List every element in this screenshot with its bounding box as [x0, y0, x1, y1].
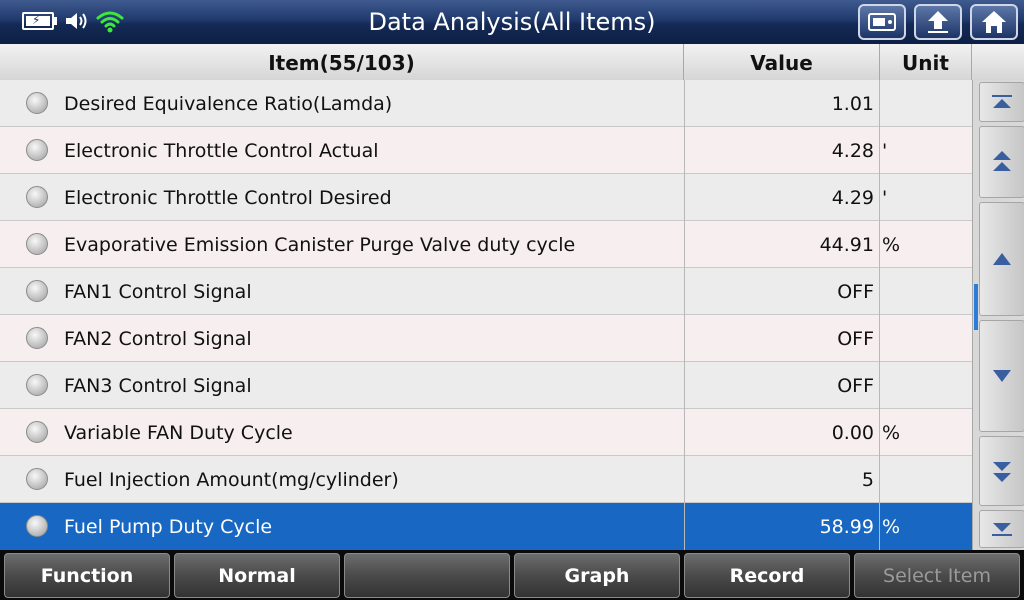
row-select-radio[interactable]: [26, 327, 48, 349]
row-select-radio[interactable]: [26, 186, 48, 208]
header-item[interactable]: Item(55/103): [0, 44, 684, 80]
item-unit: %: [882, 422, 901, 444]
table-row-selected[interactable]: Fuel Pump Duty Cycle 58.99 %: [0, 503, 972, 550]
item-unit: ': [882, 187, 888, 209]
header-value: Value: [684, 44, 880, 80]
line-down-icon: [993, 370, 1011, 382]
item-unit: ': [882, 140, 888, 162]
item-name: FAN3 Control Signal: [64, 375, 252, 397]
item-name: FAN2 Control Signal: [64, 328, 252, 350]
table-body: Desired Equivalence Ratio(Lamda) 1.01 El…: [0, 80, 972, 550]
line-up-button[interactable]: [979, 202, 1024, 316]
item-name: FAN1 Control Signal: [64, 281, 252, 303]
item-name: Desired Equivalence Ratio(Lamda): [64, 93, 393, 115]
page-up-icon: [993, 151, 1011, 171]
table-row[interactable]: Desired Equivalence Ratio(Lamda) 1.01: [0, 80, 972, 127]
item-name: Evaporative Emission Canister Purge Valv…: [64, 234, 576, 256]
item-name: Variable FAN Duty Cycle: [64, 422, 293, 444]
scroll-position-indicator[interactable]: [974, 284, 978, 330]
item-value: 4.29: [831, 187, 874, 209]
scroll-bottom-icon: [992, 523, 1012, 536]
item-value: 1.01: [831, 93, 874, 115]
table-row[interactable]: Electronic Throttle Control Actual 4.28 …: [0, 127, 972, 174]
item-value: OFF: [837, 281, 874, 303]
header-unit: Unit: [880, 44, 972, 80]
item-name: Electronic Throttle Control Actual: [64, 140, 379, 162]
item-value: 5: [861, 469, 874, 491]
title-bar: ⚡ Data Analysis(All Items): [0, 0, 1024, 44]
scroll-top-icon: [992, 95, 1012, 108]
snapshot-icon: [868, 13, 896, 31]
select-item-button[interactable]: Select Item: [854, 553, 1020, 598]
scroll-top-button[interactable]: [979, 82, 1024, 122]
row-select-radio[interactable]: [26, 421, 48, 443]
item-unit: %: [882, 234, 901, 256]
row-select-radio[interactable]: [26, 139, 48, 161]
normal-button[interactable]: Normal: [174, 553, 340, 598]
line-down-button[interactable]: [979, 320, 1024, 432]
row-select-radio[interactable]: [26, 374, 48, 396]
item-name: Fuel Injection Amount(mg/cylinder): [64, 469, 399, 491]
item-unit: [882, 315, 970, 361]
back-button[interactable]: [914, 4, 962, 40]
row-select-radio[interactable]: [26, 468, 48, 490]
home-icon: [982, 11, 1006, 33]
item-unit: [882, 362, 970, 408]
table-row[interactable]: FAN2 Control Signal OFF: [0, 315, 972, 362]
column-divider: [684, 80, 685, 550]
row-select-radio[interactable]: [26, 515, 48, 537]
row-select-radio[interactable]: [26, 233, 48, 255]
table-header: Item(55/103) Value Unit: [0, 44, 1024, 81]
item-value: OFF: [837, 328, 874, 350]
item-value: 44.91: [819, 234, 874, 256]
table-row[interactable]: Electronic Throttle Control Desired 4.29…: [0, 174, 972, 221]
scroll-bottom-button[interactable]: [979, 510, 1024, 548]
item-name: Fuel Pump Duty Cycle: [64, 516, 273, 538]
back-icon: [928, 11, 948, 33]
snapshot-button[interactable]: [858, 4, 906, 40]
line-up-icon: [993, 253, 1011, 265]
table-row[interactable]: Evaporative Emission Canister Purge Valv…: [0, 221, 972, 268]
record-button[interactable]: Record: [684, 553, 850, 598]
item-name: Electronic Throttle Control Desired: [64, 187, 392, 209]
table-row[interactable]: FAN1 Control Signal OFF: [0, 268, 972, 315]
data-grid: Item(55/103) Value Unit Desired Equivale…: [0, 44, 1024, 550]
item-value: 0.00: [831, 422, 874, 444]
home-button[interactable]: [970, 4, 1018, 40]
page-down-icon: [993, 462, 1011, 482]
scroll-column: [972, 80, 1024, 550]
page-down-button[interactable]: [979, 436, 1024, 506]
row-select-radio[interactable]: [26, 280, 48, 302]
item-unit: [882, 456, 970, 502]
graph-button[interactable]: Graph: [514, 553, 680, 598]
table-row[interactable]: Variable FAN Duty Cycle 0.00 %: [0, 409, 972, 456]
item-value: 4.28: [831, 140, 874, 162]
empty-button[interactable]: [344, 553, 510, 598]
item-unit: %: [882, 516, 901, 538]
item-unit: [882, 80, 970, 126]
function-bar: Function Normal Graph Record Select Item: [0, 550, 1024, 600]
table-row[interactable]: FAN3 Control Signal OFF: [0, 362, 972, 409]
item-value: 58.99: [819, 516, 874, 538]
function-button[interactable]: Function: [4, 553, 170, 598]
item-value: OFF: [837, 375, 874, 397]
page-up-button[interactable]: [979, 126, 1024, 198]
column-divider: [879, 80, 880, 550]
table-row[interactable]: Fuel Injection Amount(mg/cylinder) 5: [0, 456, 972, 503]
row-select-radio[interactable]: [26, 92, 48, 114]
item-unit: [882, 268, 970, 314]
